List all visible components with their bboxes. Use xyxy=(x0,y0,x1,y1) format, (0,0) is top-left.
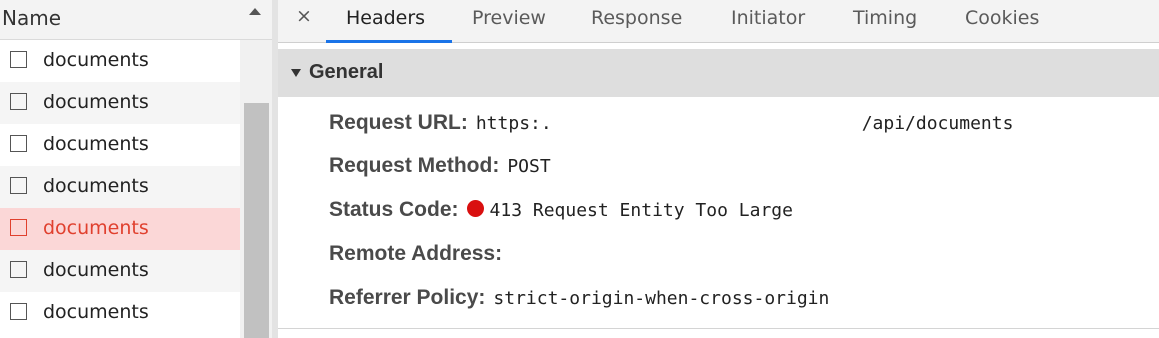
general-section-title: General xyxy=(309,61,384,83)
expand-triangle-icon[interactable] xyxy=(291,69,301,77)
request-row[interactable]: documents xyxy=(0,166,240,208)
request-name: documents xyxy=(43,217,149,239)
remote-address-row: Remote Address: xyxy=(329,242,510,272)
request-rows: documents documents documents documents … xyxy=(0,40,240,334)
request-row[interactable]: documents xyxy=(0,82,240,124)
request-name: documents xyxy=(43,133,149,155)
status-code-value[interactable]: 413 Request Entity Too Large xyxy=(490,200,793,221)
request-row[interactable]: documents xyxy=(0,40,240,82)
request-name: documents xyxy=(43,175,149,197)
tab-timing[interactable]: Timing xyxy=(853,6,917,30)
request-checkbox[interactable] xyxy=(10,219,27,236)
request-name: documents xyxy=(43,49,149,71)
active-tab-indicator xyxy=(326,40,452,43)
request-checkbox[interactable] xyxy=(10,51,27,68)
request-checkbox[interactable] xyxy=(10,177,27,194)
details-tab-bar: × Headers Preview Response Initiator Tim… xyxy=(278,0,1159,43)
section-divider xyxy=(278,328,1159,329)
status-code-row: Status Code: 413 Request Entity Too Large xyxy=(329,198,793,228)
tab-response[interactable]: Response xyxy=(591,6,682,30)
request-row-selected[interactable]: documents xyxy=(0,208,240,250)
request-row[interactable]: documents xyxy=(0,250,240,292)
sort-ascending-icon[interactable] xyxy=(249,8,261,15)
tab-cookies[interactable]: Cookies xyxy=(965,6,1039,30)
request-method-label: Request Method: xyxy=(329,154,500,177)
request-method-row: Request Method: POST xyxy=(329,154,551,184)
close-icon[interactable]: × xyxy=(296,4,312,28)
request-url-row: Request URL: https:. /api/documents xyxy=(329,111,1013,141)
name-column-header[interactable]: Name xyxy=(0,0,272,40)
request-name: documents xyxy=(43,301,149,323)
request-url-prefix: https:. xyxy=(475,113,552,134)
referrer-policy-label: Referrer Policy: xyxy=(329,286,486,309)
request-list: Name documents documents documents docum… xyxy=(0,0,272,338)
request-row[interactable]: documents xyxy=(0,124,240,166)
remote-address-label: Remote Address: xyxy=(329,242,503,265)
devtools-network-panel: Name documents documents documents docum… xyxy=(0,0,1159,338)
referrer-policy-value[interactable]: strict-origin-when-cross-origin xyxy=(493,288,829,309)
tab-initiator[interactable]: Initiator xyxy=(731,6,805,30)
referrer-policy-row: Referrer Policy: strict-origin-when-cross… xyxy=(329,286,829,316)
name-column-label: Name xyxy=(2,6,62,30)
request-name: documents xyxy=(43,91,149,113)
request-checkbox[interactable] xyxy=(10,303,27,320)
request-url-value[interactable]: https:. /api/documents xyxy=(476,113,1014,134)
status-code-label: Status Code: xyxy=(329,198,459,221)
request-checkbox[interactable] xyxy=(10,261,27,278)
request-url-label: Request URL: xyxy=(329,111,468,134)
scrollbar-thumb[interactable] xyxy=(244,103,269,338)
error-status-dot-icon xyxy=(466,200,484,217)
request-name: documents xyxy=(43,259,149,281)
request-checkbox[interactable] xyxy=(10,135,27,152)
request-row[interactable]: documents xyxy=(0,292,240,334)
request-method-value[interactable]: POST xyxy=(507,156,550,177)
tab-headers[interactable]: Headers xyxy=(346,6,425,30)
request-details: × Headers Preview Response Initiator Tim… xyxy=(278,0,1159,338)
request-url-suffix: /api/documents xyxy=(861,113,1014,134)
tab-preview[interactable]: Preview xyxy=(472,6,546,30)
general-section-header[interactable]: General xyxy=(278,49,1159,97)
request-checkbox[interactable] xyxy=(10,93,27,110)
